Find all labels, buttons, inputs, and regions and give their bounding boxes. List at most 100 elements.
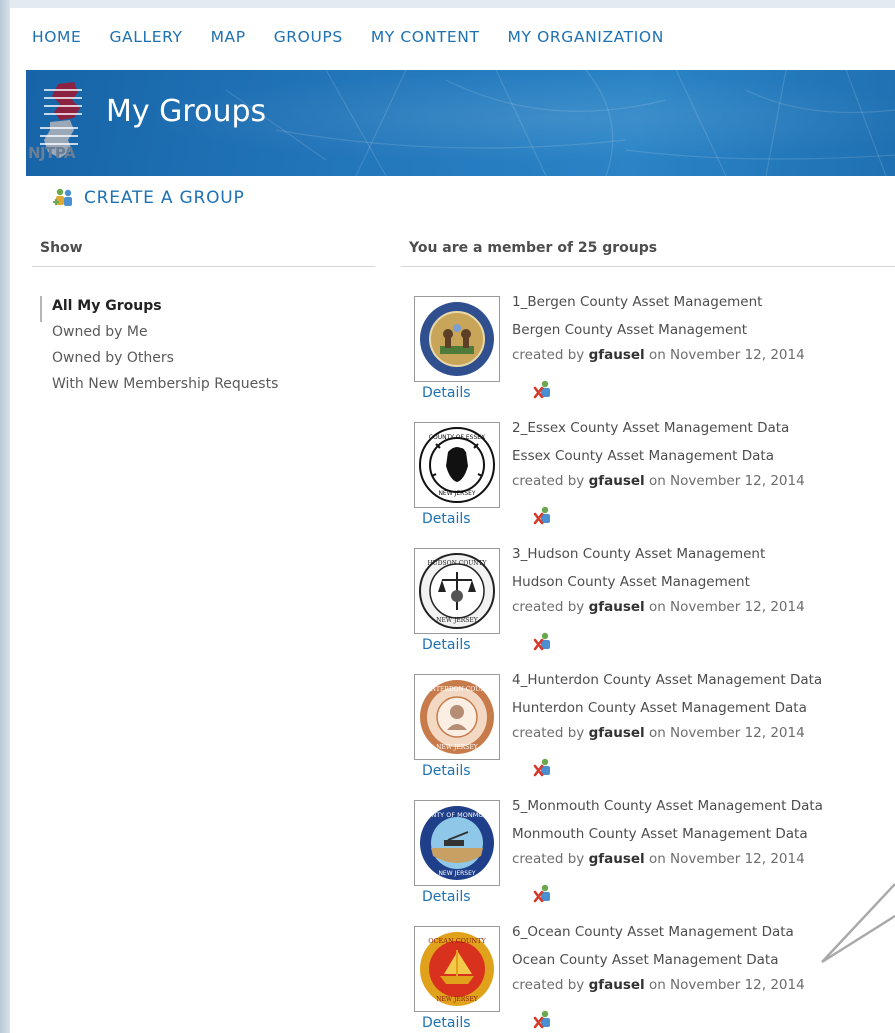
- nav-groups[interactable]: GROUPS: [274, 28, 343, 46]
- filter-owned-by-others[interactable]: Owned by Others: [40, 348, 278, 374]
- group-snippet: Ocean County Asset Management Data: [512, 952, 779, 968]
- group-thumbnail[interactable]: [414, 296, 500, 382]
- sidebar-divider: [32, 266, 375, 267]
- svg-text:NEW JERSEY: NEW JERSEY: [436, 617, 478, 624]
- group-owner[interactable]: gfausel: [589, 977, 645, 993]
- group-owner[interactable]: gfausel: [589, 725, 645, 741]
- nav-home[interactable]: HOME: [32, 28, 81, 46]
- group-created-info: created by gfausel on November 12, 2014: [512, 473, 805, 489]
- hunterdon-county-seal-icon: HUNTERDON COUNTY NEW JERSEY: [420, 680, 495, 754]
- group-snippet: Hunterdon County Asset Management Data: [512, 700, 807, 716]
- nav-my-content[interactable]: MY CONTENT: [371, 28, 480, 46]
- group-details-link[interactable]: Details: [422, 889, 471, 905]
- logo-text: NJTPA: [28, 144, 76, 162]
- sidebar-heading: Show: [40, 240, 83, 256]
- group-details-link[interactable]: Details: [422, 385, 471, 401]
- svg-text:NEW JERSEY: NEW JERSEY: [436, 996, 478, 1003]
- group-created-info: created by gfausel on November 12, 2014: [512, 599, 805, 615]
- group-snippet: Monmouth County Asset Management Data: [512, 826, 808, 842]
- leave-group-icon[interactable]: [532, 504, 554, 526]
- group-thumbnail[interactable]: HUNTERDON COUNTY NEW JERSEY: [414, 674, 500, 760]
- created-date: on November 12, 2014: [648, 977, 805, 993]
- group-snippet: Hudson County Asset Management: [512, 574, 750, 590]
- group-thumbnail[interactable]: COUNTY OF MONMOUTH NEW JERSEY: [414, 800, 500, 886]
- window-frame-top: [0, 0, 895, 8]
- monmouth-county-seal-icon: COUNTY OF MONMOUTH NEW JERSEY: [418, 806, 496, 880]
- filter-owned-by-me[interactable]: Owned by Me: [40, 322, 278, 348]
- svg-text:HUNTERDON COUNTY: HUNTERDON COUNTY: [420, 686, 494, 693]
- group-item: OCEAN COUNTY NEW JERSEY Details 6_Ocean …: [414, 924, 895, 1033]
- main-divider: [401, 266, 895, 267]
- page-banner: NJTPA My Groups: [26, 70, 895, 176]
- created-date: on November 12, 2014: [648, 473, 805, 489]
- svg-text:COUNTY OF MONMOUTH: COUNTY OF MONMOUTH: [418, 811, 496, 819]
- leave-group-icon[interactable]: [532, 882, 554, 904]
- group-title[interactable]: 6_Ocean County Asset Management Data: [512, 924, 794, 940]
- group-title[interactable]: 2_Essex County Asset Management Data: [512, 420, 789, 436]
- bergen-county-seal-icon: [420, 302, 494, 376]
- group-created-info: created by gfausel on November 12, 2014: [512, 851, 805, 867]
- group-add-icon: [53, 188, 72, 206]
- group-item: COUNTY OF MONMOUTH NEW JERSEY Details 5_…: [414, 798, 895, 920]
- hudson-county-seal-icon: HUDSON COUNTY NEW JERSEY: [419, 553, 495, 629]
- membership-count-heading: You are a member of 25 groups: [409, 240, 658, 256]
- group-item: Details 1_Bergen County Asset Management…: [414, 294, 895, 416]
- group-owner[interactable]: gfausel: [589, 473, 645, 489]
- created-date: on November 12, 2014: [648, 347, 805, 363]
- group-owner[interactable]: gfausel: [589, 851, 645, 867]
- group-item: HUDSON COUNTY NEW JERSEY Details 3_Hudso…: [414, 546, 895, 668]
- top-nav: HOME GALLERY MAP GROUPS MY CONTENT MY OR…: [32, 28, 664, 46]
- group-snippet: Bergen County Asset Management: [512, 322, 748, 338]
- group-snippet: Essex County Asset Management Data: [512, 448, 774, 464]
- group-created-info: created by gfausel on November 12, 2014: [512, 725, 805, 741]
- created-prefix: created by: [512, 977, 585, 993]
- group-title[interactable]: 4_Hunterdon County Asset Management Data: [512, 672, 822, 688]
- group-item: NEW JERSEY COUNTY OF ESSEX Details 2_Ess…: [414, 420, 895, 542]
- created-date: on November 12, 2014: [648, 851, 805, 867]
- leave-group-icon[interactable]: [532, 756, 554, 778]
- essex-county-seal-icon: NEW JERSEY COUNTY OF ESSEX: [419, 427, 495, 503]
- svg-text:HUDSON COUNTY: HUDSON COUNTY: [427, 560, 487, 567]
- group-created-info: created by gfausel on November 12, 2014: [512, 977, 805, 993]
- group-details-link[interactable]: Details: [422, 511, 471, 527]
- svg-text:NEW JERSEY: NEW JERSEY: [438, 870, 475, 877]
- svg-text:NEW JERSEY: NEW JERSEY: [436, 744, 478, 751]
- page-title: My Groups: [106, 94, 267, 129]
- created-prefix: created by: [512, 599, 585, 615]
- created-prefix: created by: [512, 725, 585, 741]
- nav-my-organization[interactable]: MY ORGANIZATION: [508, 28, 664, 46]
- svg-text:COUNTY OF ESSEX: COUNTY OF ESSEX: [429, 434, 485, 441]
- svg-text:NEW JERSEY: NEW JERSEY: [438, 490, 475, 497]
- leave-group-icon[interactable]: [532, 1008, 554, 1030]
- group-thumbnail[interactable]: OCEAN COUNTY NEW JERSEY: [414, 926, 500, 1012]
- filter-new-membership-requests[interactable]: With New Membership Requests: [40, 374, 278, 400]
- group-thumbnail[interactable]: HUDSON COUNTY NEW JERSEY: [414, 548, 500, 634]
- created-date: on November 12, 2014: [648, 725, 805, 741]
- created-prefix: created by: [512, 851, 585, 867]
- create-group-button[interactable]: CREATE A GROUP: [52, 187, 245, 209]
- group-title[interactable]: 5_Monmouth County Asset Management Data: [512, 798, 823, 814]
- group-item: HUNTERDON COUNTY NEW JERSEY Details 4_Hu…: [414, 672, 895, 794]
- window-frame-left: [0, 0, 10, 1033]
- group-details-link[interactable]: Details: [422, 763, 471, 779]
- group-created-info: created by gfausel on November 12, 2014: [512, 347, 805, 363]
- group-thumbnail[interactable]: NEW JERSEY COUNTY OF ESSEX: [414, 422, 500, 508]
- nav-map[interactable]: MAP: [211, 28, 246, 46]
- group-owner[interactable]: gfausel: [589, 599, 645, 615]
- group-title[interactable]: 1_Bergen County Asset Management: [512, 294, 762, 310]
- leave-group-icon[interactable]: [532, 378, 554, 400]
- svg-text:OCEAN COUNTY: OCEAN COUNTY: [428, 937, 486, 945]
- create-group-label: CREATE A GROUP: [84, 188, 245, 208]
- group-details-link[interactable]: Details: [422, 1015, 471, 1031]
- ocean-county-seal-icon: OCEAN COUNTY NEW JERSEY: [420, 932, 494, 1006]
- nav-gallery[interactable]: GALLERY: [109, 28, 182, 46]
- filter-list: All My Groups Owned by Me Owned by Other…: [40, 296, 278, 400]
- created-prefix: created by: [512, 347, 585, 363]
- filter-all-my-groups[interactable]: All My Groups: [40, 296, 278, 322]
- group-details-link[interactable]: Details: [422, 637, 471, 653]
- created-date: on November 12, 2014: [648, 599, 805, 615]
- leave-group-icon[interactable]: [532, 630, 554, 652]
- group-title[interactable]: 3_Hudson County Asset Management: [512, 546, 765, 562]
- group-owner[interactable]: gfausel: [589, 347, 645, 363]
- created-prefix: created by: [512, 473, 585, 489]
